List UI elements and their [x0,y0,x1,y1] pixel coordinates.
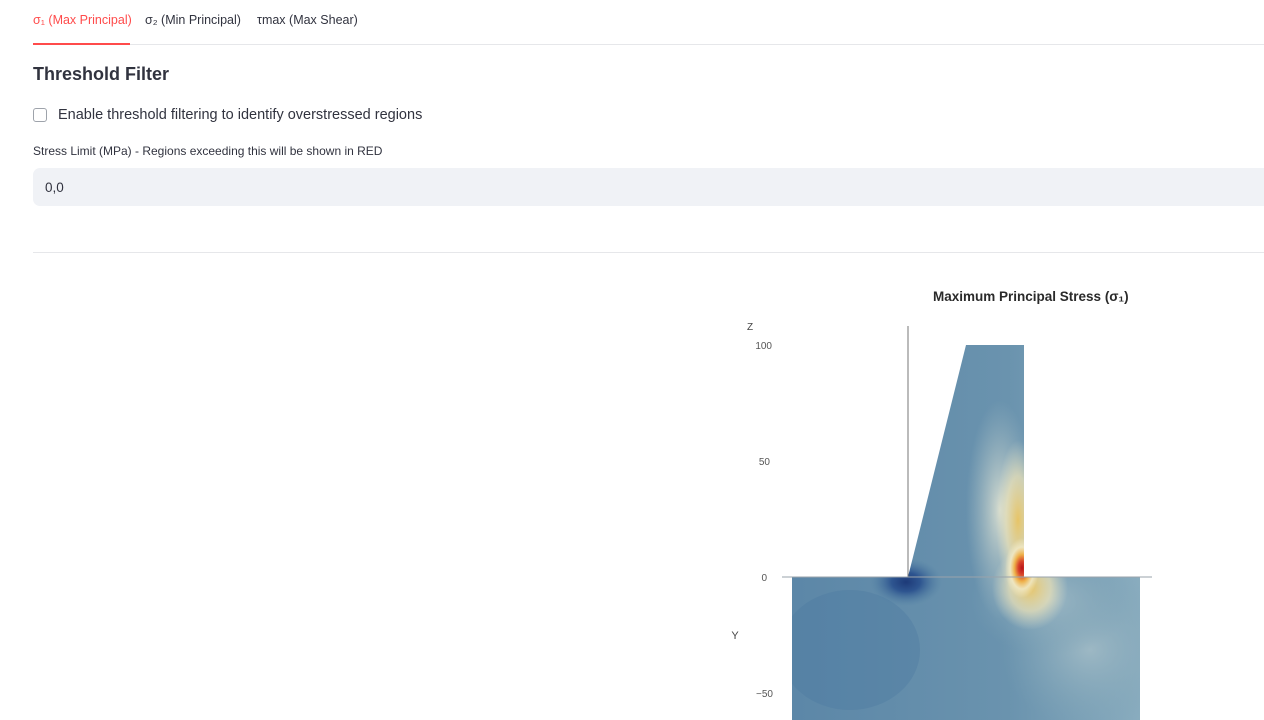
stress-plot-svg[interactable]: Z Y 100 50 0 −50 [700,270,1220,720]
stress-plot[interactable]: Maximum Principal Stress (σ₁) Z Y 100 50… [700,270,1220,720]
chart-title: Maximum Principal Stress (σ₁) [933,289,1129,304]
tick-label-50: 50 [759,457,771,468]
tick-label-100: 100 [755,341,772,352]
z-axis-label: Z [747,322,753,333]
tick-label-neg50: −50 [756,689,773,700]
stress-limit-label: Stress Limit (MPa) - Regions exceeding t… [33,144,383,158]
threshold-checkbox-row[interactable]: Enable threshold filtering to identify o… [33,104,422,126]
active-tab-indicator [33,43,130,45]
tab-bar: σ₁ (Max Principal) σ₂ (Min Principal) τm… [33,0,1264,45]
page: σ₁ (Max Principal) σ₂ (Min Principal) τm… [0,0,1264,720]
tab-max-shear[interactable]: τmax (Max Shear) [257,13,358,44]
tab-label: σ₁ (Max Principal) [33,13,132,27]
tick-label-0: 0 [761,573,767,584]
stress-limit-input[interactable] [33,168,1264,206]
threshold-filter-heading: Threshold Filter [33,64,170,84]
y-axis-label: Y [731,630,739,642]
tab-label: τmax (Max Shear) [257,13,358,27]
tab-max-principal[interactable]: σ₁ (Max Principal) [33,13,132,45]
tab-min-principal[interactable]: σ₂ (Min Principal) [145,13,241,44]
section-divider [33,252,1264,253]
threshold-checkbox-label[interactable]: Enable threshold filtering to identify o… [58,107,422,123]
stress-contour [792,345,1140,720]
threshold-checkbox[interactable] [33,108,47,122]
tab-label: σ₂ (Min Principal) [145,13,241,27]
